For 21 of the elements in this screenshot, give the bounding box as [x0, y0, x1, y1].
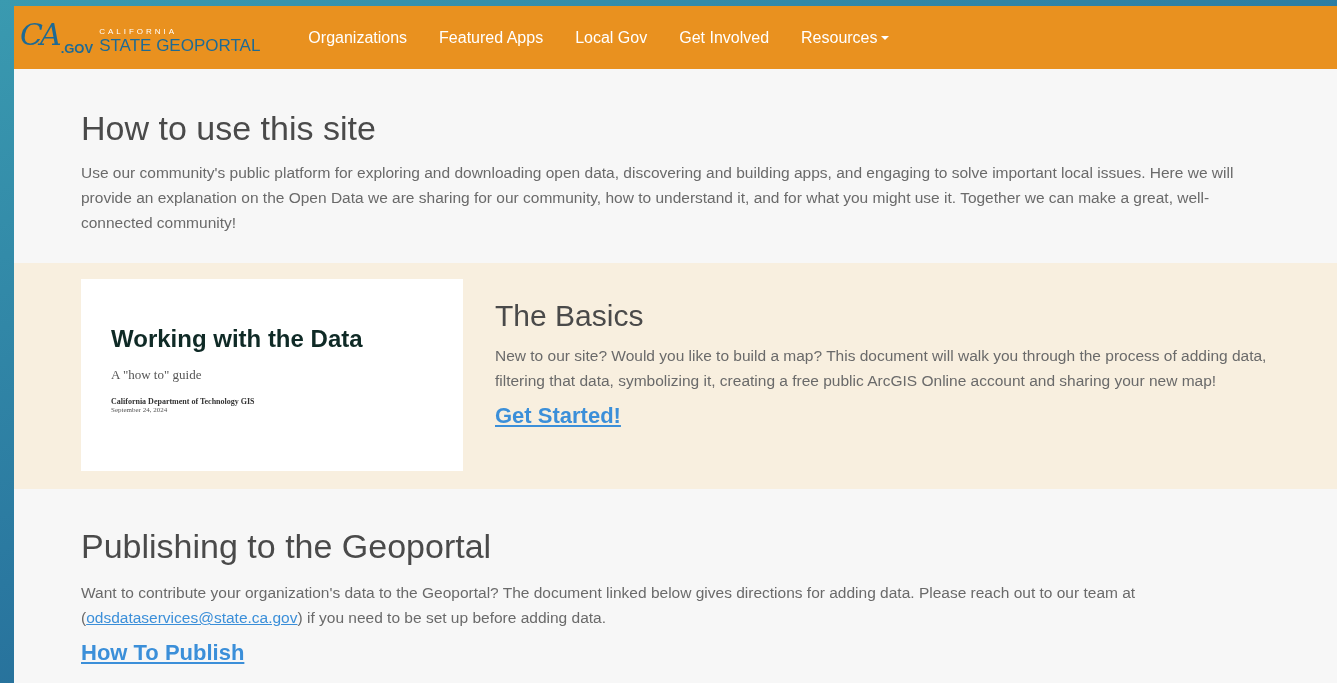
nav-link[interactable]: Get Involved: [679, 28, 770, 47]
logo-subtitle: CALIFORNIA: [99, 26, 179, 37]
email-link[interactable]: odsdataservices@state.ca.gov: [86, 609, 298, 626]
document-author: California Department of Technology GIS: [111, 397, 256, 406]
nav-link[interactable]: Resources: [801, 28, 889, 47]
logo-gov[interactable]: .GOV: [60, 40, 94, 59]
basics-paragraph: New to our site? Would you like to build a map? This document will walk you through the process of adding data, filtering that data, symbolizing it, creating a free public ArcGIS Online account and sharing your new map!: [495, 346, 1268, 391]
nav-link[interactable]: Organizations: [308, 28, 408, 47]
document-title: Working with the Data: [111, 325, 364, 353]
publishing-paragraph: Want to contribute your organization's data to the Geoportal? The document linked below gives directions for adding data. Please reach out to our team at (odsdataservices@state.ca.gov) if you need to be set up before adding data.: [81, 583, 1137, 628]
nav-link[interactable]: Local Gov: [575, 28, 648, 47]
how-to-publish-link[interactable]: How To Publish: [81, 640, 245, 666]
logo-mark[interactable]: CA: [20, 16, 61, 53]
document-subtitle: A "how to" guide: [111, 367, 203, 383]
nav-link[interactable]: Featured Apps: [439, 28, 544, 47]
intro-paragraph: Use our community's public platform for exploring and downloading open data, discovering and building apps, and engaging to solve important local issues. Here we will provide an explanation on the Open Data we are sharing for our community, how to understand it, and for what you might use it. Together we can make a great, well-connected community!: [81, 163, 1235, 233]
section-title: The Basics: [495, 299, 645, 333]
section-title: How to use this site: [81, 109, 377, 148]
section-title: Publishing to the Geoportal: [81, 527, 493, 566]
get-started-link[interactable]: Get Started!: [495, 403, 621, 429]
logo-title[interactable]: STATE GEOPORTAL: [99, 36, 261, 55]
